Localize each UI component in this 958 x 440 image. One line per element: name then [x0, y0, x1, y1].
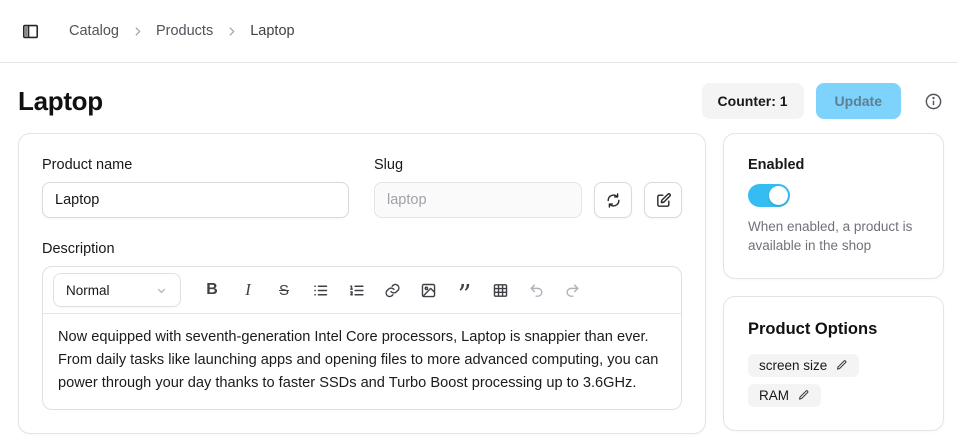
header-actions: Counter: 1 Update: [702, 83, 944, 119]
strikethrough-icon: S: [279, 282, 289, 299]
bullet-list-icon: [312, 282, 329, 299]
pencil-icon: [835, 359, 848, 372]
description-field-group: Description Normal B I S: [42, 241, 682, 410]
content: Product name Slug: [0, 133, 958, 440]
italic-button[interactable]: I: [230, 274, 266, 306]
product-name-field-group: Product name: [42, 157, 349, 218]
side-column: Enabled When enabled, a product is avail…: [723, 133, 944, 440]
product-options-card: Product Options screen size RAM: [723, 296, 944, 431]
slug-row: [374, 182, 682, 218]
breadcrumb-item-products[interactable]: Products: [156, 23, 213, 39]
redo-icon: [564, 282, 581, 299]
page-title: Laptop: [18, 86, 103, 117]
image-icon: [420, 282, 437, 299]
slug-label: Slug: [374, 157, 682, 173]
option-label: screen size: [759, 358, 827, 373]
edit-slug-button[interactable]: [644, 182, 682, 218]
text-style-value: Normal: [66, 283, 110, 298]
ordered-list-icon: [348, 282, 365, 299]
slug-input[interactable]: [374, 182, 582, 218]
redo-button[interactable]: [554, 274, 590, 306]
enabled-toggle[interactable]: [748, 184, 790, 207]
table-button[interactable]: [482, 274, 518, 306]
product-form-card: Product name Slug: [18, 133, 706, 434]
ordered-list-button[interactable]: [338, 274, 374, 306]
link-button[interactable]: [374, 274, 410, 306]
bullet-list-button[interactable]: [302, 274, 338, 306]
name-slug-row: Product name Slug: [42, 157, 682, 218]
page-header: Laptop Counter: 1 Update: [0, 63, 958, 133]
link-icon: [384, 282, 401, 299]
topbar: Catalog Products Laptop: [0, 0, 958, 63]
panel-left-icon: [21, 22, 40, 41]
breadcrumb-chevron-icon: [131, 25, 144, 38]
slug-field-group: Slug: [374, 157, 682, 218]
editor-toolbar: Normal B I S: [43, 267, 681, 314]
product-name-input[interactable]: [42, 182, 349, 218]
enabled-card: Enabled When enabled, a product is avail…: [723, 133, 944, 279]
option-chip-screen-size[interactable]: screen size: [748, 354, 859, 377]
description-label: Description: [42, 241, 682, 257]
italic-icon: I: [245, 280, 251, 300]
edit-icon: [655, 192, 672, 209]
product-edit-page: Catalog Products Laptop Laptop Counter: …: [0, 0, 958, 440]
undo-button[interactable]: [518, 274, 554, 306]
breadcrumb: Catalog Products Laptop: [69, 23, 295, 39]
product-options-title: Product Options: [748, 320, 919, 339]
update-button[interactable]: Update: [816, 83, 901, 119]
enabled-label: Enabled: [748, 157, 919, 173]
toggle-knob: [769, 186, 788, 205]
description-editor-content[interactable]: Now equipped with seventh-generation Int…: [43, 314, 681, 409]
chevron-down-icon: [155, 284, 168, 297]
breadcrumb-chevron-icon: [225, 25, 238, 38]
enabled-help-text: When enabled, a product is available in …: [748, 218, 919, 255]
sidebar-toggle-button[interactable]: [18, 19, 42, 43]
info-icon: [924, 92, 943, 111]
product-options-list: screen size RAM: [748, 354, 919, 407]
option-label: RAM: [759, 388, 789, 403]
bold-icon: B: [206, 281, 218, 299]
image-button[interactable]: [410, 274, 446, 306]
text-style-select[interactable]: Normal: [53, 273, 181, 307]
info-button[interactable]: [922, 90, 944, 112]
blockquote-button[interactable]: ”: [446, 274, 482, 306]
bold-button[interactable]: B: [194, 274, 230, 306]
breadcrumb-item-catalog[interactable]: Catalog: [69, 23, 119, 39]
pencil-icon: [797, 389, 810, 402]
option-chip-ram[interactable]: RAM: [748, 384, 821, 407]
breadcrumb-item-laptop: Laptop: [250, 23, 294, 39]
regenerate-slug-button[interactable]: [594, 182, 632, 218]
blockquote-icon: ”: [458, 279, 471, 301]
refresh-icon: [605, 192, 622, 209]
undo-icon: [528, 282, 545, 299]
product-name-label: Product name: [42, 157, 349, 173]
rich-text-editor: Normal B I S: [42, 266, 682, 410]
counter-button[interactable]: Counter: 1: [702, 83, 804, 119]
strikethrough-button[interactable]: S: [266, 274, 302, 306]
table-icon: [492, 282, 509, 299]
